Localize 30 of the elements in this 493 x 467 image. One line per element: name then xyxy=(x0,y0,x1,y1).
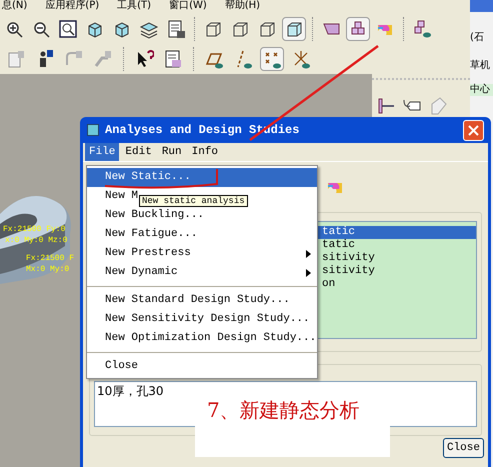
menu-item[interactable]: Close xyxy=(87,357,317,376)
tooltip: New static analysis xyxy=(139,195,248,207)
menu-item[interactable]: New Buckling... xyxy=(87,206,317,225)
side-label: 中心 xyxy=(470,84,493,96)
load-label: x:0 My:0 Mz:0 xyxy=(5,236,68,245)
menu-item[interactable]: 帮助(H) xyxy=(224,0,260,12)
close-icon[interactable] xyxy=(463,120,484,140)
menu-item[interactable]: New Dynamic xyxy=(87,263,317,282)
menu-item[interactable]: Info xyxy=(188,143,222,161)
side-label: (石 xyxy=(470,32,485,44)
window-title-bar xyxy=(470,0,493,12)
menu-item[interactable]: New Static... xyxy=(87,168,317,187)
menu-item[interactable]: Edit xyxy=(121,143,156,161)
shaded-icon[interactable] xyxy=(282,17,306,41)
load-label: Mx:0 My:0 xyxy=(26,265,70,274)
annotation-text: 7、新建静态分析 xyxy=(207,398,360,422)
close-button[interactable]: Close xyxy=(442,438,484,458)
stack-icon[interactable] xyxy=(346,17,370,41)
window-icon xyxy=(87,124,99,136)
menu-item[interactable]: 息(N) xyxy=(2,0,28,12)
menu-item[interactable]: New Sensitivity Design Study... xyxy=(87,310,317,329)
points-eye-icon[interactable] xyxy=(260,47,284,71)
menu-item[interactable]: 工具(T) xyxy=(117,0,152,12)
load-label: Fx:21500 F xyxy=(26,254,74,263)
menu-item[interactable]: File xyxy=(85,143,120,161)
menu-item[interactable]: Run xyxy=(158,143,186,161)
menu-item[interactable]: New Prestress xyxy=(87,244,317,263)
side-label: 草机 xyxy=(470,60,491,72)
menu-item[interactable]: New Standard Design Study... xyxy=(87,291,317,310)
menu-item[interactable]: New Optimization Design Study... xyxy=(87,329,317,348)
